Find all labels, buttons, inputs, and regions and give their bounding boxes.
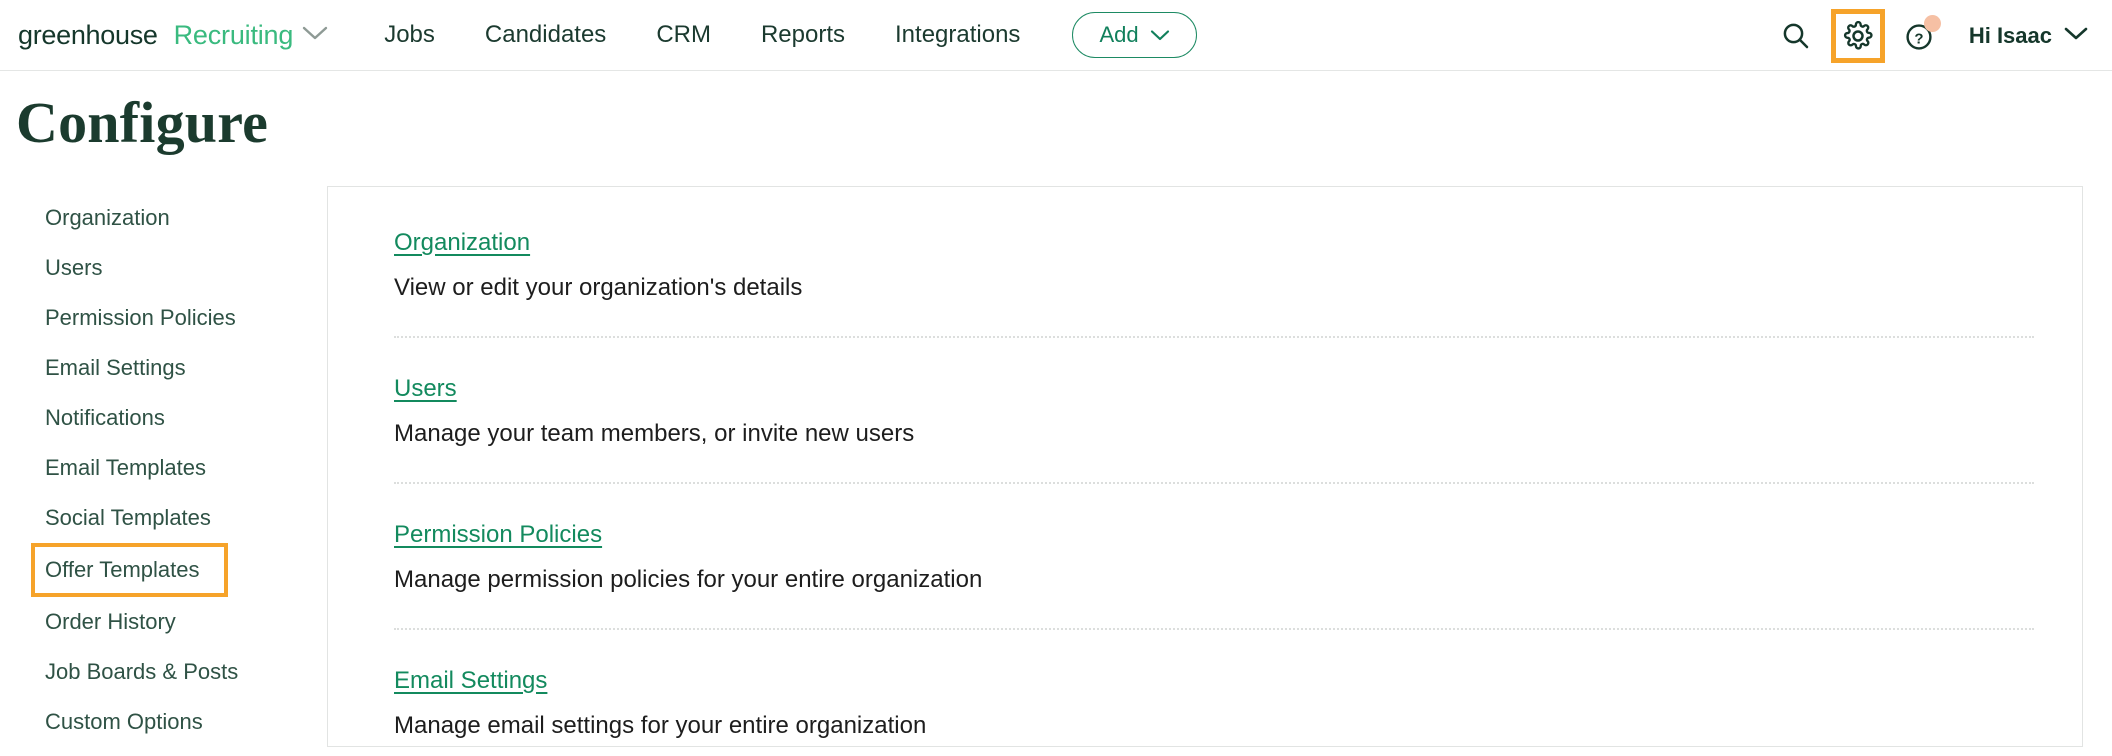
brand-secondary-text: Recruiting (173, 19, 294, 50)
config-link-users[interactable]: Users (394, 376, 457, 401)
sidebar-item-custom-options[interactable]: Custom Options (45, 697, 327, 747)
sidebar-item-organization[interactable]: Organization (45, 193, 327, 243)
sidebar-item-offer-templates[interactable]: Offer Templates (31, 542, 228, 597)
config-row-organization: Organization View or edit your organizat… (394, 187, 2034, 338)
nav-link-integrations[interactable]: Integrations (895, 23, 1020, 47)
chevron-down-icon[interactable] (302, 25, 328, 46)
config-row-email-settings: Email Settings Manage email settings for… (394, 630, 2034, 738)
config-row-users: Users Manage your team members, or invit… (394, 338, 2034, 484)
svg-text:?: ? (1914, 30, 1923, 47)
config-link-email-settings[interactable]: Email Settings (394, 668, 547, 693)
add-button[interactable]: Add (1072, 12, 1197, 58)
config-description-organization: View or edit your organization's details (394, 273, 803, 301)
sidebar-item-users[interactable]: Users (45, 243, 327, 293)
nav-link-candidates[interactable]: Candidates (485, 23, 606, 47)
sidebar-item-notifications[interactable]: Notifications (45, 393, 327, 443)
sidebar-item-order-history[interactable]: Order History (45, 597, 327, 647)
sidebar-item-job-boards-and-posts[interactable]: Job Boards & Posts (45, 647, 327, 697)
sidebar-item-email-templates[interactable]: Email Templates (45, 443, 327, 493)
search-icon[interactable] (1769, 9, 1823, 63)
nav-link-jobs[interactable]: Jobs (384, 23, 435, 47)
config-row-permission-policies: Permission Policies Manage permission po… (394, 484, 2034, 630)
question-circle-icon[interactable]: ? (1893, 9, 1947, 63)
nav-link-reports[interactable]: Reports (761, 23, 845, 47)
primary-nav-links: Jobs Candidates CRM Reports Integrations (384, 23, 1020, 47)
configure-main-panel: Organization View or edit your organizat… (327, 185, 2083, 747)
user-menu[interactable]: Hi Isaac (1969, 23, 2088, 49)
top-navigation-bar: greenhouse Recruiting Jobs Candidates CR… (0, 0, 2112, 71)
brand-logo[interactable]: greenhouse Recruiting (18, 20, 328, 51)
config-description-permission-policies: Manage permission policies for your enti… (394, 565, 983, 593)
config-description-users: Manage your team members, or invite new … (394, 419, 915, 447)
notification-dot (1923, 14, 1941, 32)
sidebar-item-permission-policies[interactable]: Permission Policies (45, 293, 327, 343)
user-greeting-label: Hi Isaac (1968, 22, 2052, 48)
add-button-label: Add (1099, 22, 1139, 47)
brand-primary-text: greenhouse (18, 19, 158, 50)
config-link-organization[interactable]: Organization (394, 230, 530, 255)
configure-sidebar: Organization Users Permission Policies E… (0, 186, 327, 747)
gear-icon[interactable] (1830, 8, 1885, 63)
page-title: Configure (16, 90, 269, 155)
config-description-email-settings: Manage email settings for your entire or… (394, 711, 927, 739)
page-body: Organization Users Permission Policies E… (0, 154, 2112, 747)
nav-link-crm[interactable]: CRM (656, 23, 711, 47)
sidebar-item-email-settings[interactable]: Email Settings (45, 343, 327, 393)
nav-right-actions: ? Hi Isaac (1769, 0, 2098, 71)
sidebar-item-social-templates[interactable]: Social Templates (45, 493, 327, 543)
config-link-permission-policies[interactable]: Permission Policies (394, 522, 602, 547)
chevron-down-icon (1150, 22, 1170, 48)
chevron-down-icon (2064, 26, 2088, 46)
